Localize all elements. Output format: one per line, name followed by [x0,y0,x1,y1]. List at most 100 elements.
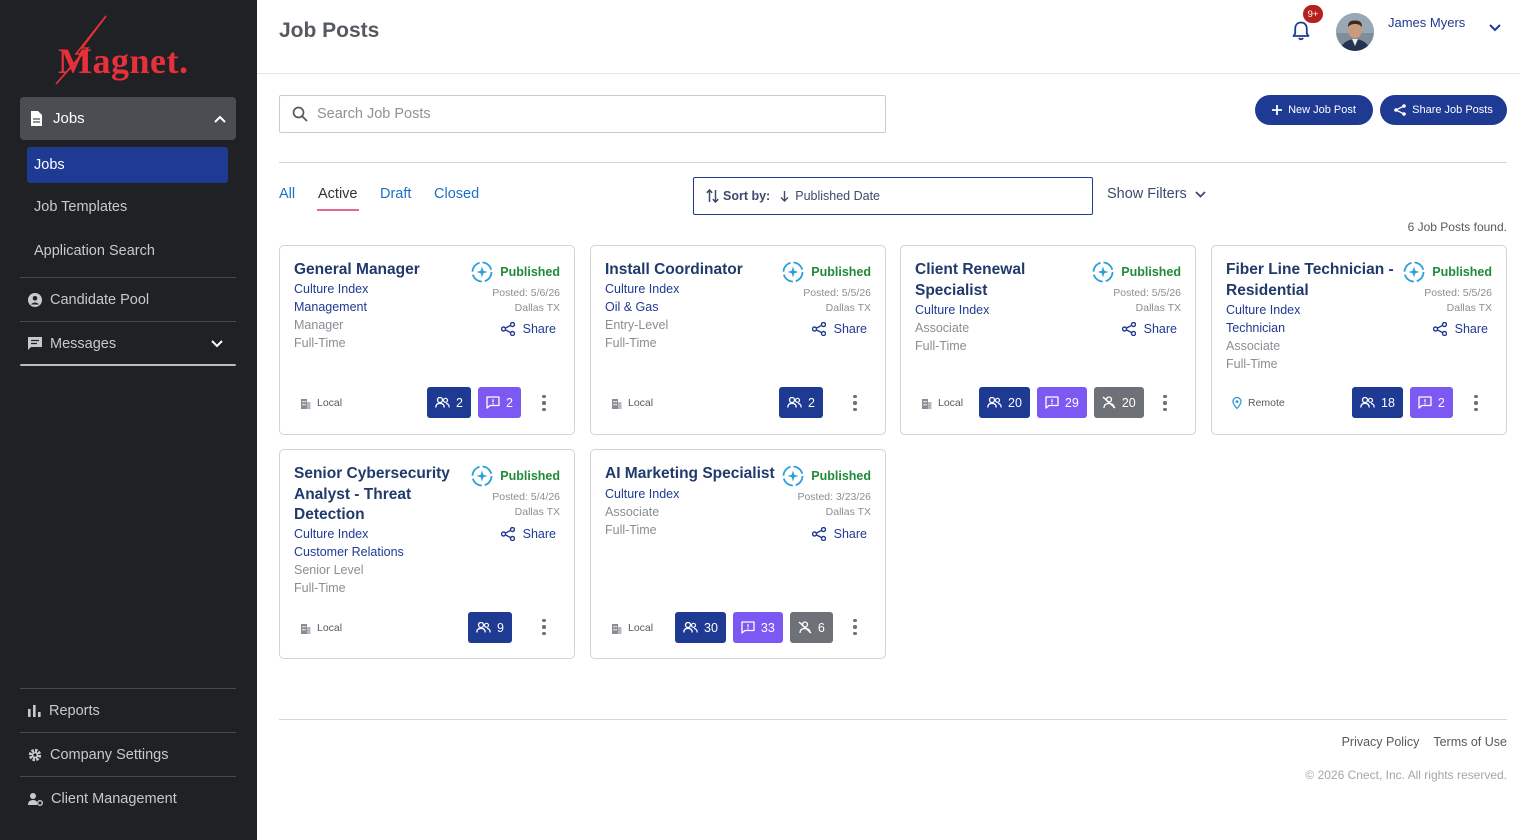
work-type-label: Local [628,397,654,409]
building-icon [612,623,622,634]
chevron-up-icon [214,115,226,123]
avatar[interactable] [1336,13,1374,51]
copyright: © 2026 Cnect, Inc. All rights reserved. [1305,768,1507,782]
magnet-logo[interactable]: Magnet. [52,14,202,86]
share-button[interactable]: Share [811,527,867,541]
share-button[interactable]: Share [1432,322,1488,336]
badge-count: 20 [1121,395,1136,410]
applicants-badge[interactable]: 2 [427,387,471,418]
rejected-badge[interactable]: 6 [789,612,833,643]
share-icon [811,322,826,336]
more-options-icon[interactable] [1160,392,1170,414]
tab-closed[interactable]: Closed [434,186,479,202]
new-job-post-button[interactable]: New Job Post [1255,95,1373,125]
job-card[interactable]: AI Marketing Specialist Culture Index As… [590,449,886,659]
stat-badges: 2 [779,387,823,418]
applicants-badge[interactable]: 18 [1352,387,1403,418]
job-detail: Senior Level [294,563,364,577]
sidebar-item-application-search[interactable]: Application Search [27,233,228,269]
job-detail: Full-Time [294,581,346,595]
share-button[interactable]: Share [1121,322,1177,336]
tab-draft[interactable]: Draft [380,186,411,202]
active-tab-indicator [317,209,359,211]
work-type-label: Local [317,622,343,634]
people-icon [787,397,802,408]
job-card[interactable]: Client Renewal Specialist Culture Index … [900,245,1196,435]
brand-name: Magnet. [58,41,189,81]
tab-active[interactable]: Active [318,186,358,202]
work-type-label: Local [628,622,654,634]
share-button[interactable]: Share [500,527,556,541]
share-icon [500,322,515,336]
job-details: Culture Index Associate Full-Time [605,485,679,539]
share-job-posts-button[interactable]: Share Job Posts [1380,95,1507,125]
applicants-badge[interactable]: 20 [979,387,1030,418]
more-options-icon[interactable] [1471,392,1481,414]
search-input[interactable] [317,106,857,122]
job-title[interactable]: Senior Cybersecurity Analyst - Threat De… [294,464,459,526]
more-options-icon[interactable] [539,616,549,638]
posted-info: Posted: 5/4/26 Dallas TX [492,490,560,520]
badge-count: 9 [497,620,504,635]
share-button[interactable]: Share [500,322,556,336]
more-options-icon[interactable] [850,616,860,638]
badge-count: 20 [1008,395,1022,410]
badge-count: 2 [808,395,815,410]
work-type-label: Local [317,397,343,409]
job-detail: Oil & Gas [605,300,659,314]
sort-dropdown[interactable]: Sort by: Published Date [693,177,1093,215]
messages-badge[interactable]: 29 [1036,387,1087,418]
job-title[interactable]: Install Coordinator [605,260,780,281]
person-off-icon [1102,396,1116,409]
sidebar-item-reports[interactable]: Reports [20,688,236,732]
bell-icon[interactable] [1290,20,1312,42]
job-card[interactable]: Fiber Line Technician - Residential Cult… [1211,245,1507,435]
messages-badge[interactable]: 2 [477,387,521,418]
job-title[interactable]: Fiber Line Technician - Residential [1226,260,1401,301]
badge-count: 18 [1381,395,1395,410]
nav-jobs-group[interactable]: Jobs [20,97,236,140]
published-sparkle-icon [1092,261,1114,283]
job-title[interactable]: AI Marketing Specialist [605,464,785,485]
sidebar-item-jobs[interactable]: Jobs [27,147,228,183]
user-name[interactable]: James Myers [1388,15,1465,30]
job-title[interactable]: General Manager [294,260,469,281]
share-button[interactable]: Share [811,322,867,336]
applicants-badge[interactable]: 9 [468,612,512,643]
button-label: New Job Post [1288,104,1356,116]
job-detail: Culture Index [294,282,369,296]
chevron-down-icon[interactable] [1489,24,1501,32]
tab-all[interactable]: All [279,186,295,202]
sidebar-item-label: Company Settings [50,746,169,763]
sidebar-item-messages[interactable]: Messages [20,321,236,365]
work-type: Local [611,622,653,634]
more-options-icon[interactable] [539,392,549,414]
more-options-icon[interactable] [850,392,860,414]
rejected-badge[interactable]: 20 [1093,387,1144,418]
job-detail: Culture Index [294,527,369,541]
job-detail: Full-Time [605,523,657,537]
terms-of-use-link[interactable]: Terms of Use [1433,735,1507,749]
applicants-badge[interactable]: 30 [675,612,726,643]
badge-count: 33 [760,620,775,635]
job-title[interactable]: Client Renewal Specialist [915,260,1065,301]
posted-date: Posted: 3/23/26 [797,491,871,503]
sidebar-item-candidate-pool[interactable]: Candidate Pool [20,277,236,321]
avatar-image [1336,13,1374,51]
sidebar-item-client-management[interactable]: Client Management [20,776,236,820]
job-card[interactable]: Install Coordinator Culture Index Oil & … [590,245,886,435]
job-card[interactable]: Senior Cybersecurity Analyst - Threat De… [279,449,575,659]
work-type-label: Local [938,397,964,409]
applicants-badge[interactable]: 2 [779,387,823,418]
person-off-icon [798,621,812,634]
badge-count: 29 [1064,395,1079,410]
job-card[interactable]: General Manager Culture Index Management… [279,245,575,435]
privacy-policy-link[interactable]: Privacy Policy [1342,735,1420,749]
sidebar-item-job-templates[interactable]: Job Templates [27,189,228,225]
show-filters-button[interactable]: Show Filters [1107,186,1206,202]
sidebar-item-company-settings[interactable]: Company Settings [20,732,236,776]
messages-badge[interactable]: 2 [1409,387,1453,418]
messages-badge[interactable]: 33 [732,612,783,643]
job-location: Dallas TX [1135,302,1181,314]
posted-info: Posted: 5/5/26 Dallas TX [1113,286,1181,316]
